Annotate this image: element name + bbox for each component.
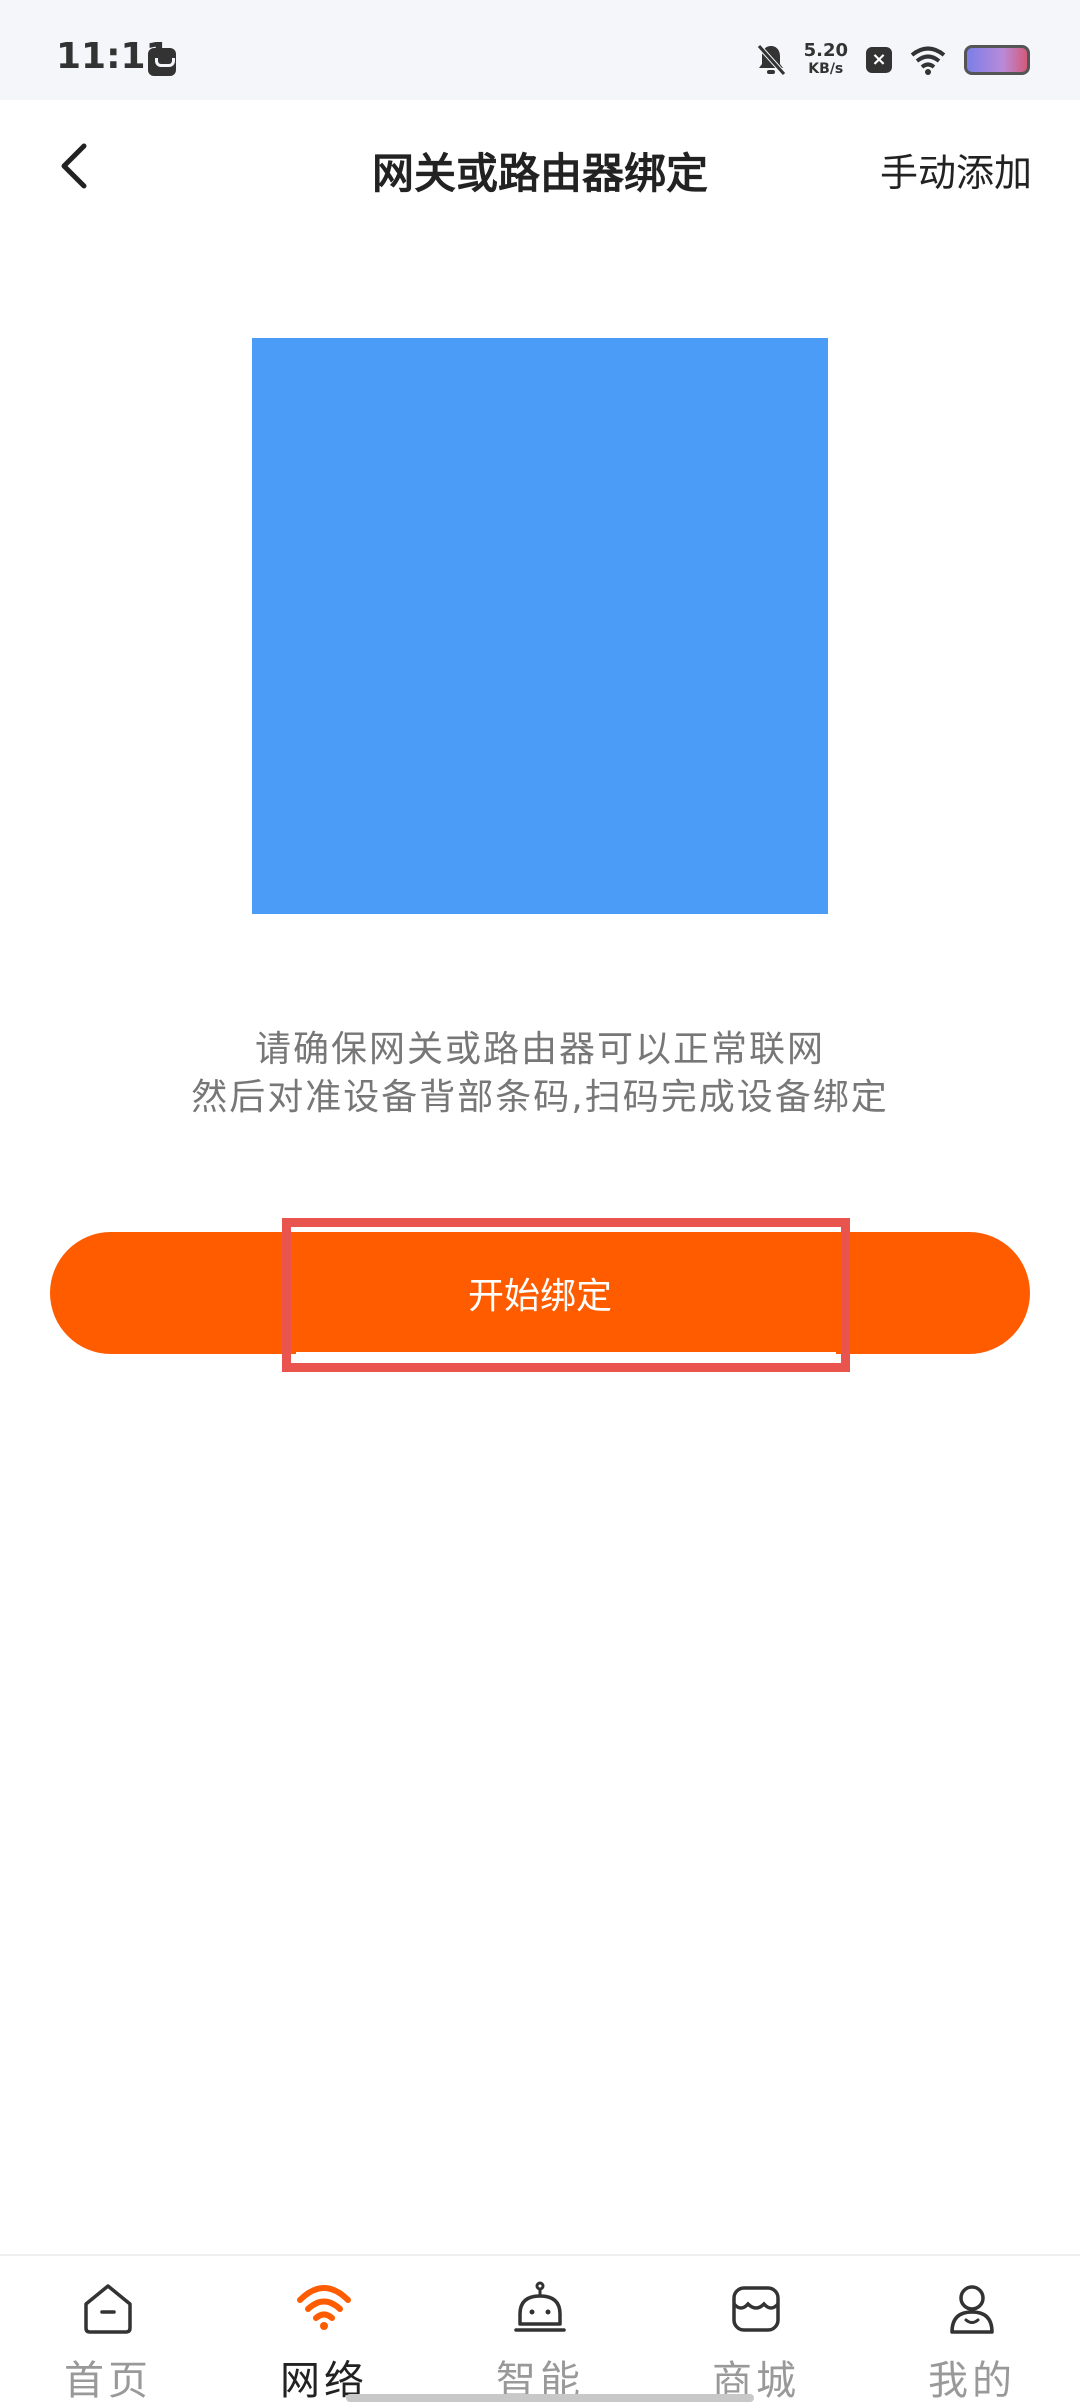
barcode-illustration [252, 338, 828, 914]
instructions: 请确保网关或路由器可以正常联网 然后对准设备背部条码,扫码完成设备绑定 [0, 1026, 1080, 1122]
nav-item-store[interactable]: 商城 [648, 2256, 864, 2408]
instruction-line-1: 请确保网关或路由器可以正常联网 [254, 1029, 825, 1070]
instruction-line-2: 然后对准设备背部条码,扫码完成设备绑定 [191, 1077, 889, 1118]
store-icon [732, 2286, 780, 2332]
nav-item-mine[interactable]: 我的 [864, 2256, 1080, 2408]
battery-icon [964, 45, 1030, 75]
wifi-icon [297, 2285, 351, 2330]
start-binding-button[interactable]: 开始绑定 [50, 1232, 1030, 1354]
shopping-bag-icon [148, 48, 176, 76]
network-speed-unit: KB/s [808, 61, 844, 77]
home-icon [84, 2284, 132, 2334]
highlight-underline [296, 1352, 836, 1358]
network-speed-value: 5.20 [803, 40, 848, 61]
nav-item-home[interactable]: 首页 [0, 2256, 216, 2408]
x-badge-icon: × [866, 47, 892, 73]
wifi-status-icon [910, 46, 946, 75]
network-speed: 5.20 KB/s [804, 42, 848, 78]
manual-add-link[interactable]: 手动添加 [880, 142, 1032, 197]
nav-item-smart[interactable]: 智能 [432, 2256, 648, 2408]
bottom-nav: 首页 网络 智能 商城 我的 [0, 2254, 1080, 2408]
nav-label-mine: 我的 [928, 2358, 1016, 2404]
home-indicator [346, 2394, 754, 2402]
user-icon [950, 2285, 994, 2334]
nav-item-network[interactable]: 网络 [216, 2256, 432, 2408]
header: 网关或路由器绑定 手动添加 [0, 100, 1080, 232]
status-indicators: 5.20 KB/s × [756, 40, 1030, 80]
bell-muted-icon [756, 44, 786, 76]
nav-label-home: 首页 [64, 2358, 152, 2404]
robot-icon [514, 2281, 566, 2332]
status-bar: 11:11 5.20 KB/s × [0, 0, 1080, 100]
